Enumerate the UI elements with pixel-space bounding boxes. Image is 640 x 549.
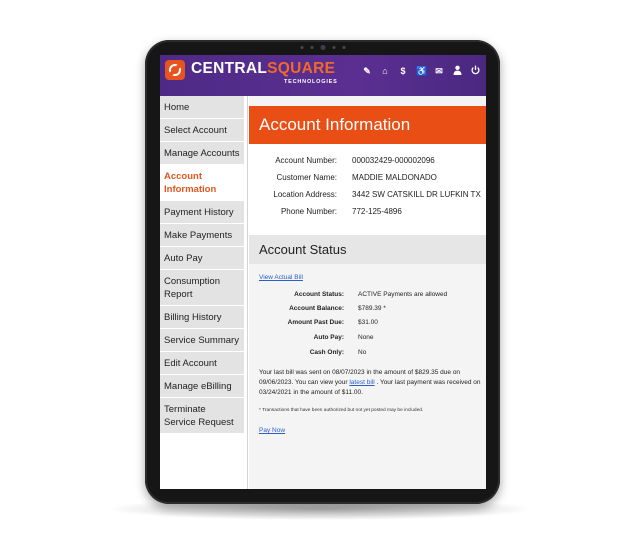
sidebar-item-payment-history[interactable]: Payment History — [160, 201, 244, 224]
account-info-panel: Account Number: 000032429-000002096 Cust… — [249, 144, 486, 235]
tablet-camera — [300, 45, 345, 50]
main-content: Account Information Account Number: 0000… — [249, 96, 486, 489]
amount-past-due-label: Amount Past Due: — [287, 319, 344, 326]
account-number-value: 000032429-000002096 — [352, 156, 435, 165]
phone-number-label: Phone Number: — [280, 207, 337, 216]
sidebar-item-manage-accounts[interactable]: Manage Accounts — [160, 142, 244, 165]
pencil-icon[interactable]: ✎ — [362, 65, 372, 77]
sidebar-nav: Home Select Account Manage Accounts Acco… — [160, 96, 248, 489]
sidebar-item-account-information[interactable]: Account Information — [160, 165, 244, 201]
home-icon[interactable]: ⌂ — [380, 65, 390, 77]
sidebar-item-manage-ebilling[interactable]: Manage eBilling — [160, 375, 244, 398]
dollar-icon[interactable]: $ — [398, 65, 408, 77]
last-bill-summary: Your last bill was sent on 08/07/2023 in… — [259, 369, 481, 396]
sidebar-item-select-account[interactable]: Select Account — [160, 119, 244, 142]
mail-icon[interactable]: ✉ — [434, 65, 444, 77]
auto-pay-value: None — [358, 334, 374, 341]
amount-past-due-value: $31.00 — [358, 319, 378, 326]
sidebar-item-edit-account[interactable]: Edit Account — [160, 352, 244, 375]
accessibility-icon[interactable]: ♿ — [416, 65, 427, 77]
customer-name-value: MADDIE MALDONADO — [352, 173, 437, 182]
field-row: Location Address: — [249, 190, 337, 200]
field-row: Customer Name: — [249, 173, 337, 183]
field-row: Account Number: — [249, 156, 337, 166]
account-balance-value: $789.39 * — [358, 305, 386, 312]
brand-name[interactable]: CENTRALSQUARE — [191, 60, 335, 77]
sidebar-item-auto-pay[interactable]: Auto Pay — [160, 247, 244, 270]
stage: CENTRALSQUARE TECHNOLOGIES ✎ ⌂ $ ♿ ✉ Hom… — [0, 0, 640, 549]
header-toolbar: ✎ ⌂ $ ♿ ✉ — [362, 65, 480, 77]
brand-subtitle: TECHNOLOGIES — [284, 79, 338, 85]
section-title: Account Status — [259, 242, 347, 257]
sidebar-item-terminate-service-request[interactable]: Terminate Service Request — [160, 398, 244, 434]
latest-bill-link[interactable]: latest bill — [349, 379, 374, 386]
location-address-label: Location Address: — [273, 190, 337, 199]
centralsquare-logo-icon[interactable] — [165, 60, 185, 80]
account-status-label: Account Status: — [294, 291, 344, 298]
account-number-label: Account Number: — [275, 156, 337, 165]
view-actual-bill-link[interactable]: View Actual Bill — [259, 274, 303, 281]
location-address-value: 3442 SW CATSKILL DR LUFKIN TX — [352, 190, 481, 199]
logout-icon[interactable] — [470, 65, 480, 77]
pay-now-link[interactable]: Pay Now — [259, 427, 285, 434]
account-status-header: Account Status — [249, 235, 486, 264]
field-row: Phone Number: — [249, 207, 337, 217]
page-title: Account Information — [259, 115, 411, 134]
sidebar-item-billing-history[interactable]: Billing History — [160, 306, 244, 329]
customer-name-label: Customer Name: — [276, 173, 337, 182]
app-header: CENTRALSQUARE TECHNOLOGIES ✎ ⌂ $ ♿ ✉ — [160, 55, 486, 96]
auto-pay-label: Auto Pay: — [313, 334, 344, 341]
sidebar-item-make-payments[interactable]: Make Payments — [160, 224, 244, 247]
pending-transactions-footnote: * Transactions that have been authorized… — [259, 408, 424, 413]
phone-number-value: 772-125-4896 — [352, 207, 402, 216]
cash-only-value: No — [358, 349, 367, 356]
cash-only-label: Cash Only: — [309, 349, 344, 356]
app-screen: CENTRALSQUARE TECHNOLOGIES ✎ ⌂ $ ♿ ✉ Hom… — [160, 55, 486, 489]
account-status-value: ACTIVE Payments are allowed — [358, 291, 448, 298]
account-balance-label: Account Balance: — [289, 305, 344, 312]
sidebar-item-consumption-report[interactable]: Consumption Report — [160, 270, 244, 306]
account-status-panel: View Actual Bill Account Status: ACTIVE … — [249, 264, 486, 489]
account-information-header: Account Information — [249, 106, 486, 144]
sidebar-item-service-summary[interactable]: Service Summary — [160, 329, 244, 352]
sidebar-item-home[interactable]: Home — [160, 96, 244, 119]
user-icon[interactable] — [452, 65, 462, 77]
